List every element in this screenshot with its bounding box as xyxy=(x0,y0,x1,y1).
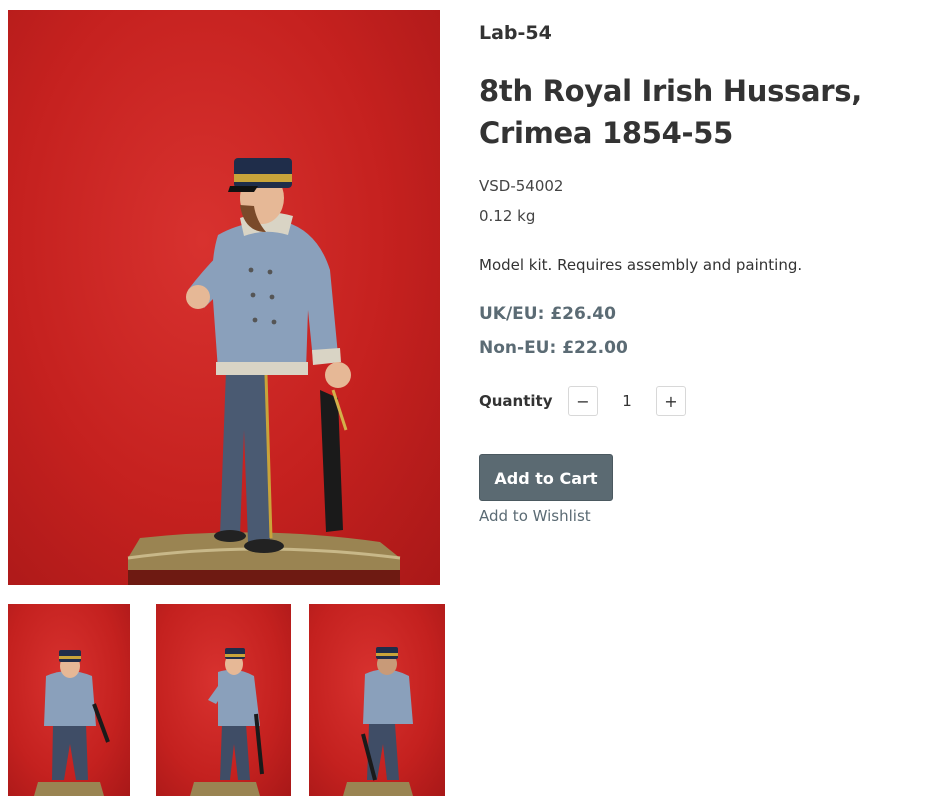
quantity-increase-button[interactable]: + xyxy=(656,386,686,416)
brand-name: Lab-54 xyxy=(479,22,552,44)
add-to-cart-button[interactable]: Add to Cart xyxy=(479,454,613,501)
thumbnail-figure-back xyxy=(343,647,413,796)
figure-illustration xyxy=(127,158,401,585)
quantity-input[interactable] xyxy=(604,386,650,416)
thumbnail-back-view[interactable] xyxy=(309,604,445,796)
quantity-label: Quantity xyxy=(479,392,553,410)
product-weight: 0.12 kg xyxy=(479,207,536,225)
main-product-image[interactable] xyxy=(8,10,440,585)
quantity-decrease-button[interactable]: − xyxy=(568,386,598,416)
product-title: 8th Royal Irish Hussars, Crimea 1854-55 xyxy=(479,74,862,150)
thumbnail-front-view[interactable] xyxy=(8,604,130,796)
add-to-wishlist-link[interactable]: Add to Wishlist xyxy=(479,507,591,525)
thumbnail-figure-side xyxy=(190,648,264,796)
price-non-eu: Non-EU: £22.00 xyxy=(479,338,628,358)
product-sku: VSD-54002 xyxy=(479,177,564,195)
price-uk-eu: UK/EU: £26.40 xyxy=(479,304,616,324)
thumbnail-side-view[interactable] xyxy=(156,604,291,796)
thumbnail-figure-front xyxy=(34,650,110,796)
product-description: Model kit. Requires assembly and paintin… xyxy=(479,256,803,274)
